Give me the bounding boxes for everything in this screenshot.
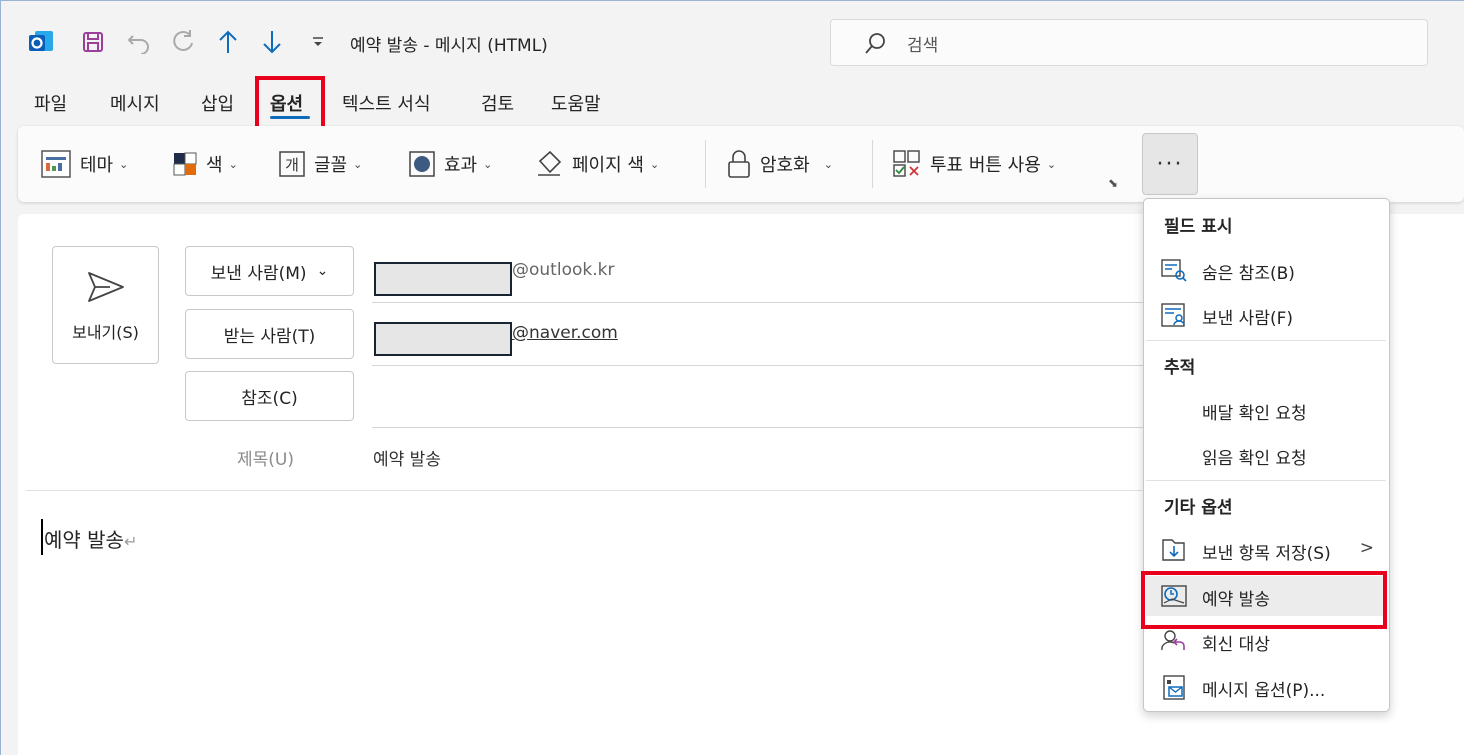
effects-button[interactable]: 효과 ⌄ (408, 148, 492, 180)
menu-item-reply-to[interactable]: 회신 대상 (1146, 621, 1386, 661)
delay-delivery-icon (1161, 585, 1187, 607)
reply-to-icon (1161, 630, 1185, 651)
more-options-button[interactable]: ··· (1142, 133, 1198, 195)
window-title: 예약 발송 - 메시지 (HTML) (350, 36, 548, 56)
active-tab-indicator (270, 116, 310, 119)
tab-review[interactable]: 검토 (481, 90, 514, 116)
redo-icon[interactable] (168, 28, 198, 56)
chevron-down-icon: ⌄ (119, 157, 129, 171)
chevron-right-icon: > (1359, 538, 1374, 558)
save-icon[interactable] (78, 28, 108, 56)
menu-item-delivery-receipt[interactable]: 배달 확인 요청 (1146, 390, 1386, 430)
chevron-down-icon: ⌄ (316, 263, 329, 279)
voting-buttons-button[interactable]: 투표 버튼 사용 ⌄ (892, 148, 1056, 180)
color-swatch-icon (173, 152, 197, 176)
bcc-icon (1161, 259, 1187, 282)
dialog-launcher-icon[interactable]: ⬊ (1108, 176, 1118, 190)
subject-label: 제목(U) (237, 450, 294, 470)
tab-file[interactable]: 파일 (34, 90, 67, 116)
customize-qat-icon[interactable] (306, 28, 330, 56)
send-button[interactable]: 보내기(S) (52, 246, 159, 364)
encrypt-button[interactable]: 암호화 ⌄ (726, 148, 833, 180)
to-button[interactable]: 받는 사람(T) (185, 309, 354, 359)
cc-button[interactable]: 참조(C) (185, 371, 354, 421)
menu-header-tracking: 추적 (1164, 358, 1196, 378)
tab-options[interactable]: 옵션 (270, 90, 303, 116)
chevron-down-icon: ⌄ (228, 157, 238, 171)
menu-item-message-options[interactable]: 메시지 옵션(P)... (1146, 667, 1386, 707)
title-bar: 예약 발송 - 메시지 (HTML) 검색 (0, 0, 1464, 82)
ribbon-separator (705, 140, 706, 188)
subject-input[interactable]: 예약 발송 (373, 445, 441, 470)
to-divider (372, 365, 1144, 366)
tab-help[interactable]: 도움말 (551, 90, 601, 116)
from-divider (372, 302, 1144, 303)
font-button[interactable]: 개 글꼴 ⌄ (278, 148, 362, 180)
send-icon (88, 272, 124, 302)
theme-button[interactable]: 테마 ⌄ (40, 148, 128, 180)
paint-bucket-icon (538, 150, 562, 176)
menu-item-read-receipt[interactable]: 읽음 확인 요청 (1146, 435, 1386, 475)
from-field-icon (1161, 303, 1185, 327)
color-button[interactable]: 색 ⌄ (172, 148, 238, 180)
cc-divider (372, 427, 1144, 428)
down-arrow-icon[interactable] (258, 28, 286, 56)
to-recipient-domain[interactable]: @naver.com (512, 323, 618, 343)
undo-icon[interactable] (124, 28, 154, 56)
page-color-button[interactable]: 페이지 색 ⌄ (534, 148, 659, 180)
search-box[interactable]: 검색 (830, 19, 1428, 66)
chevron-down-icon: ⌄ (483, 157, 493, 171)
effects-icon (409, 151, 435, 177)
menu-separator (1146, 480, 1386, 481)
message-options-icon (1163, 675, 1185, 700)
body-divider (26, 490, 1146, 491)
voting-icon (893, 150, 920, 177)
menu-separator (1146, 340, 1386, 341)
ribbon-separator (872, 140, 873, 188)
message-body[interactable]: 예약 발송↵ (44, 524, 137, 553)
menu-item-save-sent[interactable]: 보낸 항목 저장(S) > (1146, 530, 1386, 570)
font-icon: 개 (279, 151, 305, 177)
from-button[interactable]: 보낸 사람(M) ⌄ (185, 246, 354, 296)
redacted-from-address (374, 262, 512, 296)
redacted-to-address (374, 322, 512, 356)
menu-item-bcc[interactable]: 숨은 참조(B) (1146, 250, 1386, 290)
lock-icon (728, 150, 750, 178)
tab-message[interactable]: 메시지 (110, 90, 160, 116)
chevron-down-icon: ⌄ (353, 157, 363, 171)
chevron-down-icon: ⌄ (823, 157, 833, 171)
menu-item-from[interactable]: 보낸 사람(F) (1146, 295, 1386, 335)
search-placeholder: 검색 (907, 36, 939, 56)
theme-icon (41, 150, 71, 178)
save-sent-icon (1162, 539, 1185, 561)
menu-header-other-options: 기타 옵션 (1164, 498, 1233, 518)
chevron-down-icon: ⌄ (1046, 157, 1057, 171)
menu-header-show-fields: 필드 표시 (1164, 217, 1233, 237)
svg-text:개: 개 (285, 156, 299, 174)
up-arrow-icon[interactable] (214, 28, 242, 56)
menu-item-delay-delivery[interactable]: 예약 발송 (1146, 576, 1386, 616)
paragraph-mark: ↵ (123, 532, 138, 551)
text-caret (41, 519, 43, 555)
outlook-app-icon (26, 28, 56, 56)
tab-format-text[interactable]: 텍스트 서식 (342, 90, 431, 116)
tab-insert[interactable]: 삽입 (201, 90, 234, 116)
chevron-down-icon: ⌄ (649, 157, 660, 171)
from-domain: @outlook.kr (512, 260, 615, 280)
search-icon (865, 33, 885, 54)
